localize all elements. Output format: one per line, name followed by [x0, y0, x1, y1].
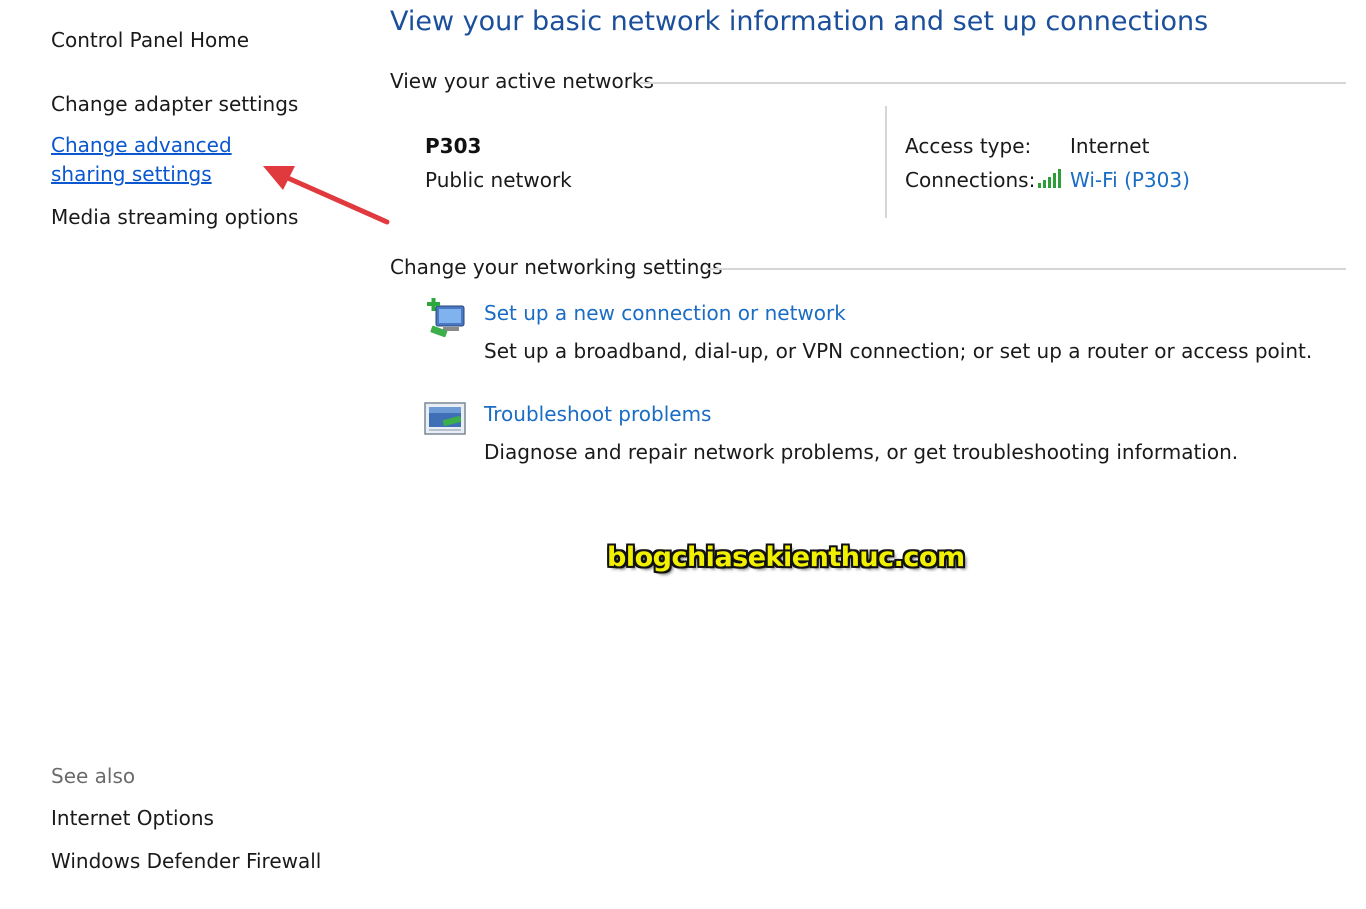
watermark-text: blogchiasekienthuc.com — [607, 542, 965, 573]
troubleshoot-problems-description: Diagnose and repair network problems, or… — [484, 440, 1239, 464]
network-name: P303 — [425, 134, 482, 158]
networking-settings-divider — [706, 268, 1346, 270]
internet-options-link[interactable]: Internet Options — [51, 806, 214, 830]
network-and-sharing-center: Control Panel Home Change adapter settin… — [0, 0, 1366, 909]
setup-new-connection-link[interactable]: Set up a new connection or network — [484, 301, 846, 325]
access-type-value: Internet — [1070, 134, 1150, 158]
new-connection-icon — [427, 298, 465, 338]
annotation-arrow-icon — [263, 166, 390, 225]
active-networks-heading: View your active networks — [390, 69, 654, 93]
control-panel-home-link[interactable]: Control Panel Home — [51, 28, 249, 52]
access-type-label: Access type: — [905, 134, 1032, 158]
setup-new-connection-description: Set up a broadband, dial-up, or VPN conn… — [484, 339, 1313, 363]
change-adapter-settings-link[interactable]: Change adapter settings — [51, 92, 298, 116]
active-networks-divider — [640, 82, 1346, 84]
change-networking-settings-heading: Change your networking settings — [390, 255, 723, 279]
page-title: View your basic network information and … — [390, 6, 1209, 37]
wifi-connection-link[interactable]: Wi-Fi (P303) — [1070, 168, 1190, 192]
see-also-heading: See also — [51, 764, 136, 788]
windows-defender-firewall-link[interactable]: Windows Defender Firewall — [51, 849, 321, 873]
connections-label: Connections: — [905, 168, 1036, 192]
wifi-signal-icon — [1038, 169, 1061, 188]
network-category[interactable]: Public network — [425, 168, 572, 192]
troubleshoot-icon — [424, 402, 466, 435]
network-panel-divider — [885, 106, 887, 218]
troubleshoot-problems-link[interactable]: Troubleshoot problems — [484, 402, 711, 426]
